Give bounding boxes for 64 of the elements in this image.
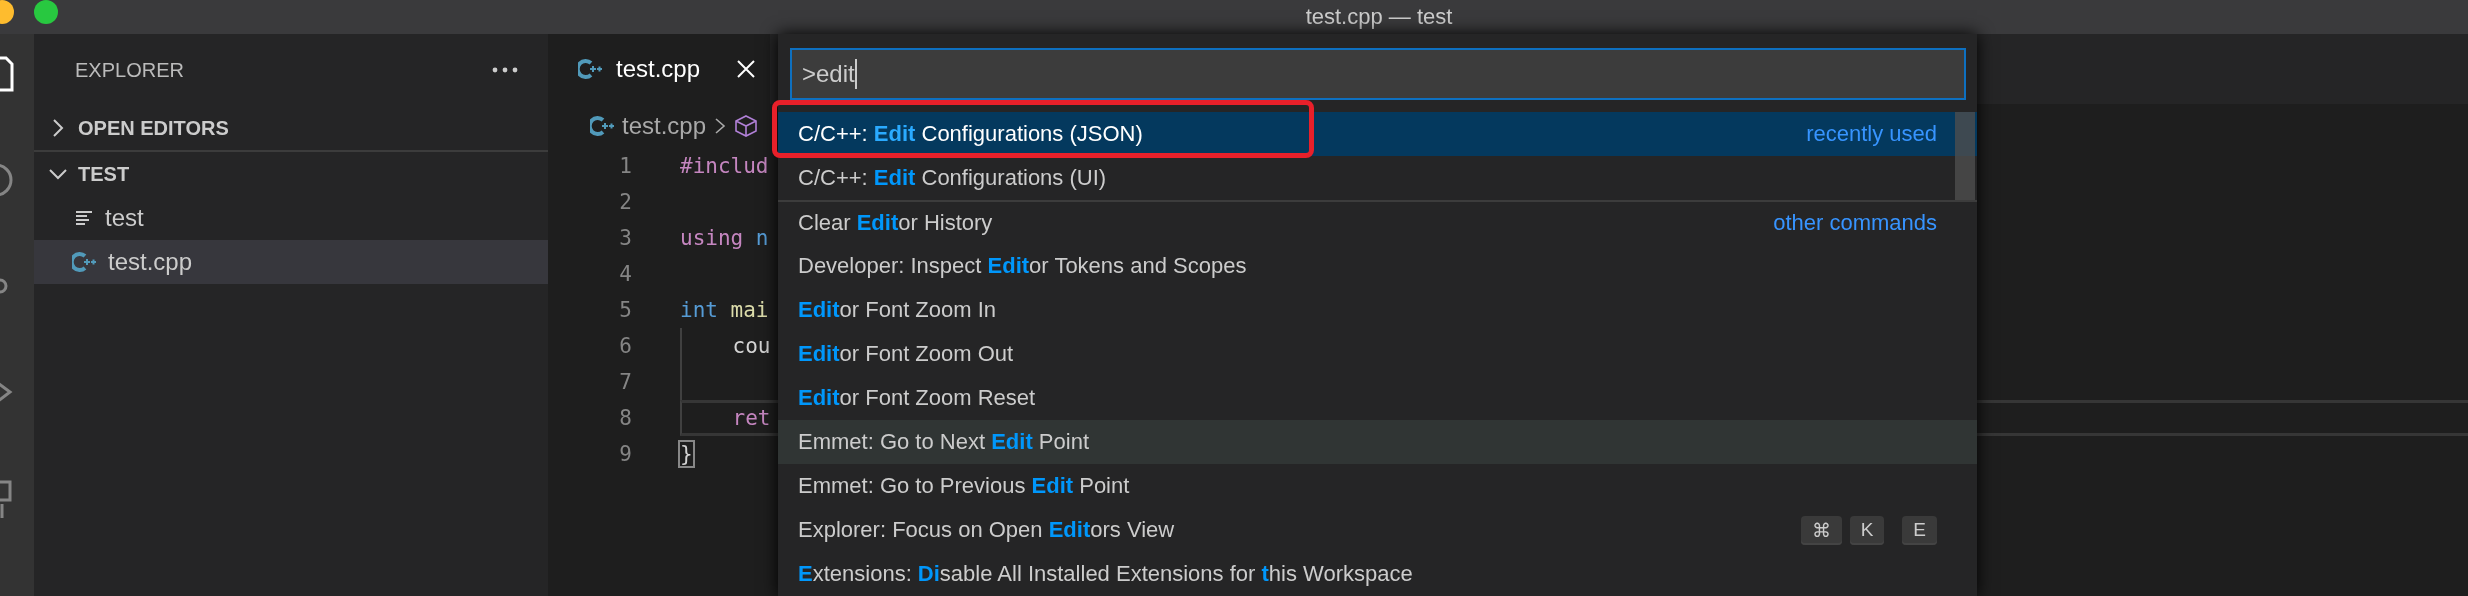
code-token: using bbox=[680, 226, 744, 250]
file-item[interactable]: test bbox=[34, 196, 548, 240]
command-label: Emmet: Go to Next Edit Point bbox=[798, 429, 1089, 455]
line-number: 4 bbox=[618, 262, 632, 286]
command-item[interactable]: Explorer: Focus on Open Editors View ⌘ K E bbox=[778, 508, 1977, 552]
code-token: int bbox=[680, 298, 718, 322]
command-item[interactable]: Editor Font Zoom Out bbox=[778, 332, 1977, 376]
chevron-icon bbox=[714, 117, 727, 135]
section-header[interactable]: OPEN EDITORS bbox=[34, 106, 548, 150]
command-input[interactable]: >edit bbox=[790, 48, 1966, 100]
cpp-file-icon bbox=[578, 58, 602, 80]
code-token: n bbox=[754, 226, 769, 250]
section-header[interactable]: TEST bbox=[34, 150, 548, 196]
command-item[interactable]: Developer: Inspect Editor Tokens and Scopes bbox=[778, 244, 1977, 288]
command-item[interactable]: Emmet: Go to Previous Edit Point bbox=[778, 464, 1977, 508]
text-cursor bbox=[854, 59, 857, 89]
command-label: C/C++: Edit Configurations (JSON) bbox=[798, 121, 1143, 147]
zoom-button[interactable] bbox=[34, 0, 58, 24]
line-number: 8 bbox=[618, 406, 632, 430]
command-item[interactable]: Editor Font Zoom Reset bbox=[778, 376, 1977, 420]
command-item[interactable]: Emmet: Go to Next Edit Point bbox=[778, 420, 1977, 464]
cube-icon bbox=[734, 114, 759, 138]
window-title: test.cpp — test bbox=[1305, 4, 1453, 30]
command-label: Emmet: Go to Previous Edit Point bbox=[798, 473, 1130, 499]
command-item[interactable]: Editor Font Zoom In bbox=[778, 288, 1977, 332]
group-label: recently used bbox=[1806, 121, 1937, 147]
command-item[interactable]: C/C++: Edit Configurations (JSON) recently used bbox=[778, 112, 1977, 156]
line-number: 7 bbox=[618, 370, 632, 394]
keyboard-key: K bbox=[1849, 515, 1885, 545]
line-number: 3 bbox=[618, 226, 632, 250]
command-label: Clear Editor History bbox=[798, 210, 993, 236]
line-number: 5 bbox=[618, 298, 632, 322]
line-number: 6 bbox=[618, 334, 632, 358]
cpp-file-icon bbox=[72, 251, 96, 273]
code-token: cou bbox=[731, 334, 771, 358]
editor-tab[interactable]: test.cpp bbox=[548, 34, 771, 104]
code-token: } bbox=[680, 442, 693, 466]
keyboard-key: ⌘ bbox=[1800, 515, 1842, 545]
command-label: Editor Font Zoom Reset bbox=[798, 385, 1036, 411]
code-token: #includ bbox=[680, 154, 769, 178]
line-number: 9 bbox=[618, 442, 632, 466]
command-label: Editor Font Zoom In bbox=[798, 297, 997, 323]
code-token: ret bbox=[731, 406, 771, 430]
line-number: 1 bbox=[618, 154, 632, 178]
code-token: mai bbox=[729, 298, 769, 322]
keyboard-key: E bbox=[1902, 515, 1937, 545]
command-item[interactable]: Clear Editor History other commands bbox=[778, 200, 1977, 244]
line-number: 2 bbox=[618, 190, 632, 214]
command-label: C/C++: Edit Configurations (UI) bbox=[798, 165, 1107, 191]
scrollbar[interactable] bbox=[1955, 112, 1975, 200]
command-label: Developer: Inspect Editor Tokens and Scopes bbox=[798, 253, 1247, 279]
sidebar-title: EXPLORER bbox=[75, 58, 184, 82]
file-item[interactable]: test.cpp bbox=[34, 240, 548, 284]
cpp-file-icon bbox=[590, 115, 614, 137]
command-label: Editor Font Zoom Out bbox=[798, 341, 1014, 367]
text-file-icon bbox=[75, 209, 93, 227]
breadcrumb-item[interactable]: test.cpp bbox=[622, 112, 707, 140]
close-icon[interactable] bbox=[736, 59, 757, 79]
command-item[interactable]: C/C++: Edit Configurations (UI) bbox=[778, 156, 1977, 200]
command-item[interactable]: Extensions: Disable All Installed Extensions for this Workspace bbox=[778, 552, 1977, 596]
command-label: Extensions: Disable All Installed Extensions for this Workspace bbox=[798, 561, 1413, 587]
more-icon[interactable] bbox=[492, 67, 518, 73]
group-label: other commands bbox=[1773, 210, 1937, 236]
command-label: Explorer: Focus on Open Editors View bbox=[798, 517, 1175, 543]
